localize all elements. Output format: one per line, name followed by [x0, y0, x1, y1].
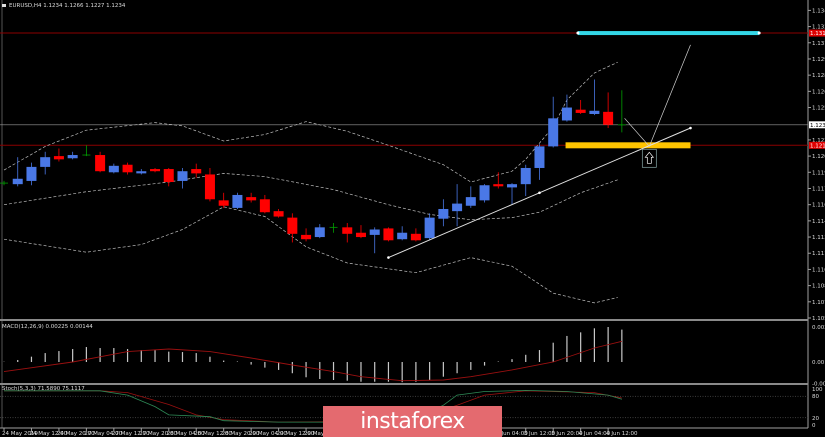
candle-body [534, 146, 545, 168]
candle-body [204, 174, 215, 200]
price-tick-label: 1.1265 [812, 89, 825, 95]
candle-body [287, 217, 298, 234]
price-tick-label: 1.1280 [812, 73, 825, 79]
candle-body [410, 233, 421, 241]
candle-body [177, 171, 188, 181]
candle-body [452, 203, 463, 212]
price-tick-label: 1.1340 [812, 8, 825, 14]
candle-body [493, 184, 504, 187]
candle-body [355, 232, 366, 238]
candle-body [232, 194, 243, 208]
candle-body [53, 156, 64, 160]
candle-body [246, 197, 257, 201]
logo-text: instaforex [360, 409, 465, 434]
projection-path [624, 44, 691, 148]
candle-body [314, 227, 325, 238]
macd-tick-label: 0.00243 [812, 325, 825, 331]
candle-body [548, 118, 559, 147]
current-price-tag-label: 1.1234 [810, 123, 825, 129]
chart-menu-icon[interactable] [2, 4, 6, 7]
chart-title: EURUSD,H4 1.1234 1.1266 1.1227 1.1234 [9, 3, 126, 9]
stoch-main-line [4, 389, 623, 423]
candle-body [218, 200, 229, 206]
price-tick-label: 1.1190 [812, 170, 825, 176]
stoch-tick-label: 80 [812, 394, 819, 400]
price-tick-label: 1.1205 [812, 154, 825, 160]
time-tick-label: 4 Jun 12:00 [606, 431, 638, 437]
price-tick-label: 1.1145 [812, 219, 825, 225]
trendline-handle[interactable] [689, 126, 692, 130]
stoch-tick-label: 0 [812, 423, 816, 429]
candle-body [136, 171, 147, 174]
target-zone-bar[interactable] [577, 31, 760, 36]
candle-body [575, 109, 586, 113]
price-tick-label: 1.1070 [812, 300, 825, 306]
candle-body [67, 155, 78, 159]
trading-chart[interactable]: 1.13401.13251.13101.12951.12801.12651.12… [0, 0, 825, 437]
pane-separator-macd[interactable] [0, 319, 808, 321]
candle-body [438, 208, 449, 219]
support-zone-bar[interactable] [565, 142, 691, 149]
price-tick-label: 1.1250 [812, 106, 825, 112]
pane-separator-stoch[interactable] [0, 383, 808, 385]
price-tick-label: 1.1175 [812, 186, 825, 192]
price-tick-label: 1.1085 [812, 284, 825, 290]
candle-body [465, 197, 476, 206]
candle-body [383, 228, 394, 241]
candle-body [26, 166, 37, 181]
candle-body [507, 184, 518, 188]
price-tick-label: 1.1055 [812, 316, 825, 322]
candle-body [122, 164, 133, 173]
stoch-signal-line [4, 390, 622, 423]
candle-body [163, 169, 174, 183]
price-tick-label: 1.1130 [812, 235, 825, 241]
macd-signal-line [3, 340, 623, 382]
price-tick-label: 1.1295 [812, 57, 825, 63]
arrow-up-icon [644, 151, 655, 164]
stoch-label: Stoch(5,3,3) 71.5890 75.1117 [2, 386, 85, 392]
macd-label: MACD(12,26,9) 0.00225 0.00144 [2, 324, 93, 330]
stoch-tick-label: 20 [812, 416, 819, 422]
support-price-tag-label: 1.1215 [810, 143, 825, 149]
target-zone-handle[interactable] [757, 31, 761, 35]
bollinger-lower [3, 206, 618, 304]
candle-body [342, 227, 353, 234]
candle-body [397, 232, 408, 240]
price-tick-label: 1.1310 [812, 41, 825, 47]
candle-body [301, 234, 312, 240]
candle-body [191, 169, 202, 174]
candle-body [259, 199, 270, 213]
candle-body [273, 211, 284, 217]
macd-tick-label: 0.00 [812, 360, 825, 366]
price-tick-label: 1.1100 [812, 267, 825, 273]
stoch-tick-label: 100 [812, 387, 823, 393]
target-zone-handle[interactable] [576, 31, 580, 35]
candle-body [95, 155, 106, 172]
trendline-handle[interactable] [538, 191, 541, 195]
candle-body [369, 229, 380, 235]
price-tick-label: 1.1160 [812, 203, 825, 209]
candle-body [108, 165, 119, 173]
candle-body [40, 157, 51, 167]
candle-body [603, 111, 614, 125]
candle-body [424, 217, 435, 239]
candle-body [561, 107, 572, 121]
resistance-price-tag-label: 1.1319 [810, 31, 825, 37]
candle-body [479, 185, 490, 201]
price-tick-label: 1.1115 [812, 251, 825, 257]
candle-body [12, 178, 23, 185]
instaforex-logo: instaforex [323, 406, 502, 437]
trendline-handle[interactable] [387, 256, 390, 259]
candle-body [520, 167, 531, 185]
candle-body [150, 169, 161, 172]
candle-body [589, 110, 600, 115]
